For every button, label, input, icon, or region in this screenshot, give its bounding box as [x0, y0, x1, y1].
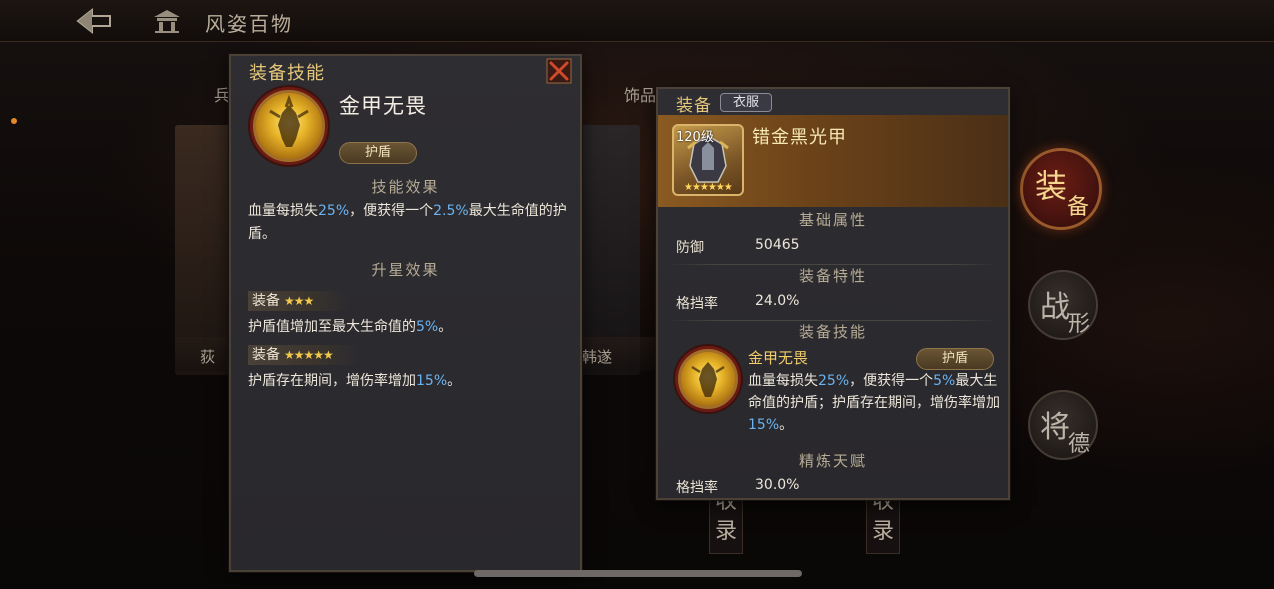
star-effect-text: 护盾存在期间，增伤率增加15%。 — [248, 373, 462, 389]
bg-hero-name-2: 韩遂 — [582, 348, 613, 366]
page-title: 风姿百物 — [205, 12, 293, 36]
palace-icon — [152, 8, 182, 34]
close-button[interactable] — [546, 58, 572, 84]
item-name: 错金黑光甲 — [752, 127, 847, 148]
side-nav-char-2: 形 — [1068, 312, 1091, 337]
stat-label-defense: 防御 — [676, 240, 704, 256]
panel-title: 装备技能 — [249, 63, 325, 84]
slot-badge: 衣服 — [720, 93, 772, 112]
equip-shield-tag: 护盾 — [916, 348, 994, 370]
side-nav-char-2: 备 — [1067, 195, 1090, 220]
section-equipment-skill: 装备技能 — [658, 321, 1008, 342]
side-nav-equipment[interactable]: 装 备 — [1020, 148, 1102, 230]
section-refine-talent: 精炼天赋 — [658, 450, 1008, 471]
item-star-rating: ★★★★★★ — [684, 182, 733, 193]
bg-tab-accessory[interactable]: 饰品 — [624, 82, 656, 106]
section-base-attributes: 基础属性 — [658, 209, 1008, 230]
side-nav-virtue[interactable]: 将 德 — [1028, 390, 1098, 460]
section-skill-effect: 技能效果 — [231, 176, 580, 197]
armor-item-icon[interactable]: 120级 ★★★★★★ — [672, 124, 744, 196]
bg-tab-weapon[interactable]: 兵 — [214, 82, 230, 106]
star-tier-tag: 装备 ★★★★★ — [248, 345, 360, 365]
home-indicator-bar[interactable] — [474, 570, 802, 577]
side-nav-char-1: 装 — [1035, 167, 1068, 205]
equipment-detail-panel: 装备 衣服 120级 ★★★★★★ 错金黑光甲 基础属性 防御 50465 装备… — [656, 87, 1010, 500]
shield-tag: 护盾 — [339, 142, 417, 164]
skill-detail-panel: 装备技能 金甲无畏 护盾 技能效果 血量每损失25%，便获得一个2.5%最大生命… — [229, 54, 582, 572]
skill-name: 金甲无畏 — [339, 94, 427, 118]
section-star-effect: 升星效果 — [231, 259, 580, 280]
equipment-heading: 装备 — [676, 96, 712, 116]
equip-skill-description: 血量每损失25%，便获得一个5%最大生命值的护盾；护盾存在期间，增伤率增加15%… — [748, 373, 1000, 433]
stat-value-defense: 50465 — [755, 237, 800, 253]
item-level: 120级 — [676, 130, 714, 145]
bg-hero-name-1: 荻 — [200, 348, 216, 366]
star-tier-tag: 装备 ★★★ — [248, 291, 348, 311]
stat-value-block-rate: 24.0% — [755, 293, 800, 309]
side-nav-char-1: 战 — [1040, 290, 1070, 325]
star-effect-text: 护盾值增加至最大生命值的5%。 — [248, 319, 453, 335]
section-equipment-traits: 装备特性 — [658, 265, 1008, 286]
side-nav-formation[interactable]: 战 形 — [1028, 270, 1098, 340]
back-arrow-icon — [76, 7, 111, 35]
side-nav-char-1: 将 — [1040, 410, 1070, 445]
back-button[interactable] — [70, 6, 116, 36]
stat-value-refine-block-rate: 30.0% — [755, 477, 800, 493]
equip-skill-name: 金甲无畏 — [748, 349, 809, 367]
star-rating-icon: ★★★★★ — [284, 348, 334, 362]
star-rating-icon: ★★★ — [284, 294, 314, 308]
stat-label-block-rate: 格挡率 — [676, 296, 718, 312]
stat-label-refine-block-rate: 格挡率 — [676, 480, 718, 496]
side-nav-char-2: 德 — [1068, 432, 1091, 457]
equip-skill-medal-icon — [678, 349, 738, 409]
skill-effect-text: 血量每损失25%，便获得一个2.5%最大生命值的护盾。 — [248, 203, 567, 242]
notification-dot — [11, 118, 17, 124]
top-bar: 风姿百物 — [0, 0, 1274, 42]
skill-medal-icon — [253, 90, 325, 162]
close-icon — [546, 58, 572, 84]
